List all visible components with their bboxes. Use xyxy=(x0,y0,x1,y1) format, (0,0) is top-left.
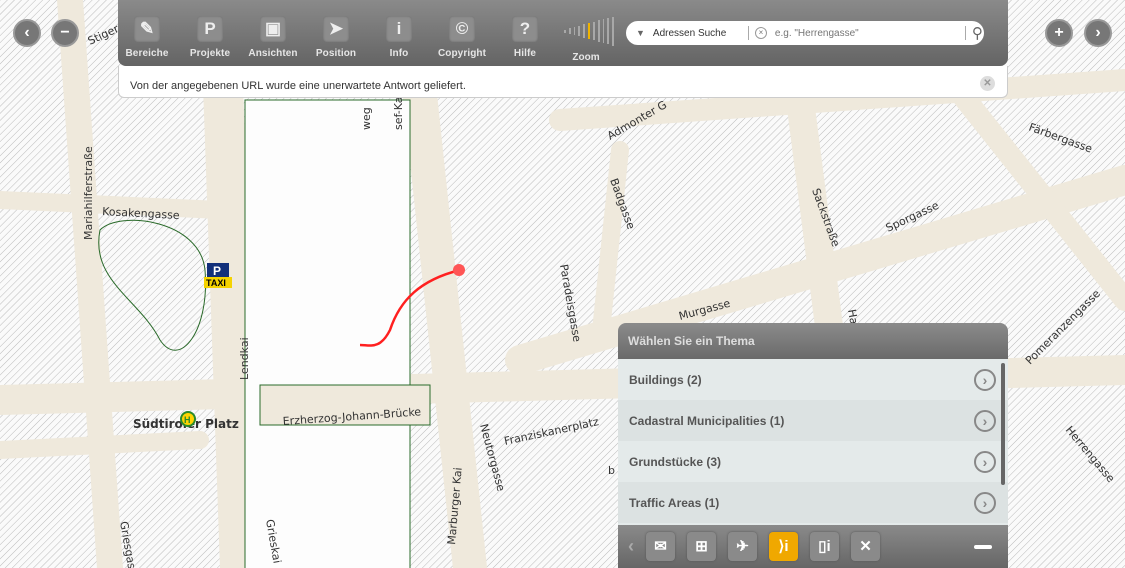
chevron-left-icon: ‹ xyxy=(24,24,30,41)
close-icon: ✕ xyxy=(859,538,872,555)
zoom-step[interactable] xyxy=(568,28,571,34)
zoom-step[interactable] xyxy=(607,17,610,45)
zoom-label: Zoom xyxy=(572,52,600,63)
tool-label: Projekte xyxy=(189,48,231,59)
email-button[interactable]: ✉ xyxy=(646,532,675,561)
toolbar-ansichten[interactable]: ▣ Ansichten xyxy=(243,16,303,59)
zoom-step[interactable] xyxy=(588,23,590,39)
pencil-icon: ✎ xyxy=(134,16,160,42)
back-icon[interactable]: ‹ xyxy=(628,536,634,557)
theme-item-traffic-areas[interactable]: Traffic Areas (1) › xyxy=(618,482,1008,523)
zoom-out-button[interactable]: − xyxy=(51,19,79,47)
polygon-info-button[interactable]: ▯i xyxy=(810,532,839,561)
plus-icon: + xyxy=(1054,24,1064,41)
help-icon: ? xyxy=(512,16,538,42)
views-icon: ▣ xyxy=(260,16,286,42)
close-message-button[interactable]: ✕ xyxy=(980,76,995,91)
pan-left-button[interactable]: ‹ xyxy=(13,19,41,47)
panel-toolbar: ‹ ✉ ⊞ ✈ ⟩i ▯i ✕ xyxy=(618,525,1008,568)
street-label: sef-Kai xyxy=(392,93,405,130)
tool-label: Ansichten xyxy=(248,48,298,59)
tool-label: Hilfe xyxy=(513,48,537,59)
zoom-step[interactable] xyxy=(573,26,576,36)
search-icon[interactable]: ⚲ xyxy=(972,24,983,42)
theme-label: Grundstücke (3) xyxy=(629,454,722,469)
pan-right-button[interactable]: › xyxy=(1084,19,1112,47)
chevron-right-icon: › xyxy=(974,409,996,432)
main-toolbar: ✎ Bereiche P Projekte ▣ Ansichten ➤ Position… xyxy=(118,0,1008,66)
theme-panel: Wählen Sie ein Thema Buildings (2) › Cada… xyxy=(618,323,1008,568)
street-label: weg xyxy=(360,107,373,130)
zoom-step[interactable] xyxy=(592,21,595,41)
toolbar-position[interactable]: ➤ Position xyxy=(306,16,366,59)
search-bar: ▼ Adressen Suche × ⚲ xyxy=(626,21,984,45)
street-label: b xyxy=(608,464,615,477)
taxi-label: TAXI xyxy=(206,278,226,288)
toolbar-projekte[interactable]: P Projekte xyxy=(180,16,240,59)
zoom-step[interactable] xyxy=(597,20,600,42)
theme-list: Buildings (2) › Cadastral Municipalities … xyxy=(618,359,1008,523)
chevron-right-icon: › xyxy=(974,491,996,514)
search-input[interactable] xyxy=(774,27,965,39)
minimize-button[interactable] xyxy=(974,544,992,549)
zoom-slider[interactable]: Zoom xyxy=(558,16,614,63)
zoom-step[interactable] xyxy=(564,29,566,33)
tool-label: Position xyxy=(315,48,357,59)
envelope-icon: ✉ xyxy=(654,538,667,555)
theme-item-buildings[interactable]: Buildings (2) › xyxy=(618,359,1008,400)
pin-button[interactable]: ✈ xyxy=(728,532,757,561)
projects-icon: P xyxy=(197,16,223,42)
add-layer-button[interactable]: ⊞ xyxy=(687,532,716,561)
toolbar-info[interactable]: i Info xyxy=(369,16,429,59)
track-marker[interactable] xyxy=(453,264,465,276)
search-type-select[interactable]: Adressen Suche xyxy=(653,28,748,39)
zoom-in-button[interactable]: + xyxy=(1045,19,1073,47)
pin-icon: ✈ xyxy=(736,538,749,555)
minus-icon: − xyxy=(60,24,70,41)
close-button[interactable]: ✕ xyxy=(851,532,880,561)
polygon-info-icon: ▯i xyxy=(818,538,831,555)
theme-item-grundstuecke[interactable]: Grundstücke (3) › xyxy=(618,441,1008,482)
chevron-right-icon: › xyxy=(974,368,996,391)
panel-title: Wählen Sie ein Thema xyxy=(618,323,1008,359)
toolbar-bereiche[interactable]: ✎ Bereiche xyxy=(117,16,177,59)
parking-label: P xyxy=(213,264,221,278)
chevron-right-icon: › xyxy=(1095,24,1101,41)
add-layer-icon: ⊞ xyxy=(695,538,708,555)
tram-stop-label: H xyxy=(184,415,191,425)
info-icon: i xyxy=(386,16,412,42)
zoom-step[interactable] xyxy=(583,24,586,38)
location-arrow-icon: ➤ xyxy=(323,16,349,42)
dropdown-triangle-icon[interactable]: ▼ xyxy=(636,28,645,38)
toolbar-copyright[interactable]: © Copyright xyxy=(432,16,492,59)
street-label: Mariahilferstraße xyxy=(82,146,95,240)
scrollbar[interactable] xyxy=(1001,363,1005,485)
clear-icon[interactable]: × xyxy=(754,27,767,39)
tool-label: Bereiche xyxy=(125,48,169,59)
chevron-right-icon: › xyxy=(974,450,996,473)
error-message-bar: Von der angegebenen URL wurde eine unerw… xyxy=(118,66,1008,98)
zoom-step[interactable] xyxy=(578,25,581,37)
theme-item-cadastral[interactable]: Cadastral Municipalities (1) › xyxy=(618,400,1008,441)
tool-label: Copyright xyxy=(437,48,487,59)
toolbar-hilfe[interactable]: ? Hilfe xyxy=(495,16,555,59)
line-info-button[interactable]: ⟩i xyxy=(769,532,798,561)
theme-label: Traffic Areas (1) xyxy=(629,495,720,510)
street-label: Lendkai xyxy=(238,337,251,380)
theme-label: Buildings (2) xyxy=(629,372,702,387)
tool-label: Info xyxy=(389,48,409,59)
zoom-step[interactable] xyxy=(612,16,614,46)
line-info-icon: ⟩i xyxy=(778,538,789,555)
theme-label: Cadastral Municipalities (1) xyxy=(629,413,785,428)
error-message-text: Von der angegebenen URL wurde eine unerw… xyxy=(130,80,466,92)
zoom-step[interactable] xyxy=(602,19,605,43)
copyright-icon: © xyxy=(449,16,475,42)
